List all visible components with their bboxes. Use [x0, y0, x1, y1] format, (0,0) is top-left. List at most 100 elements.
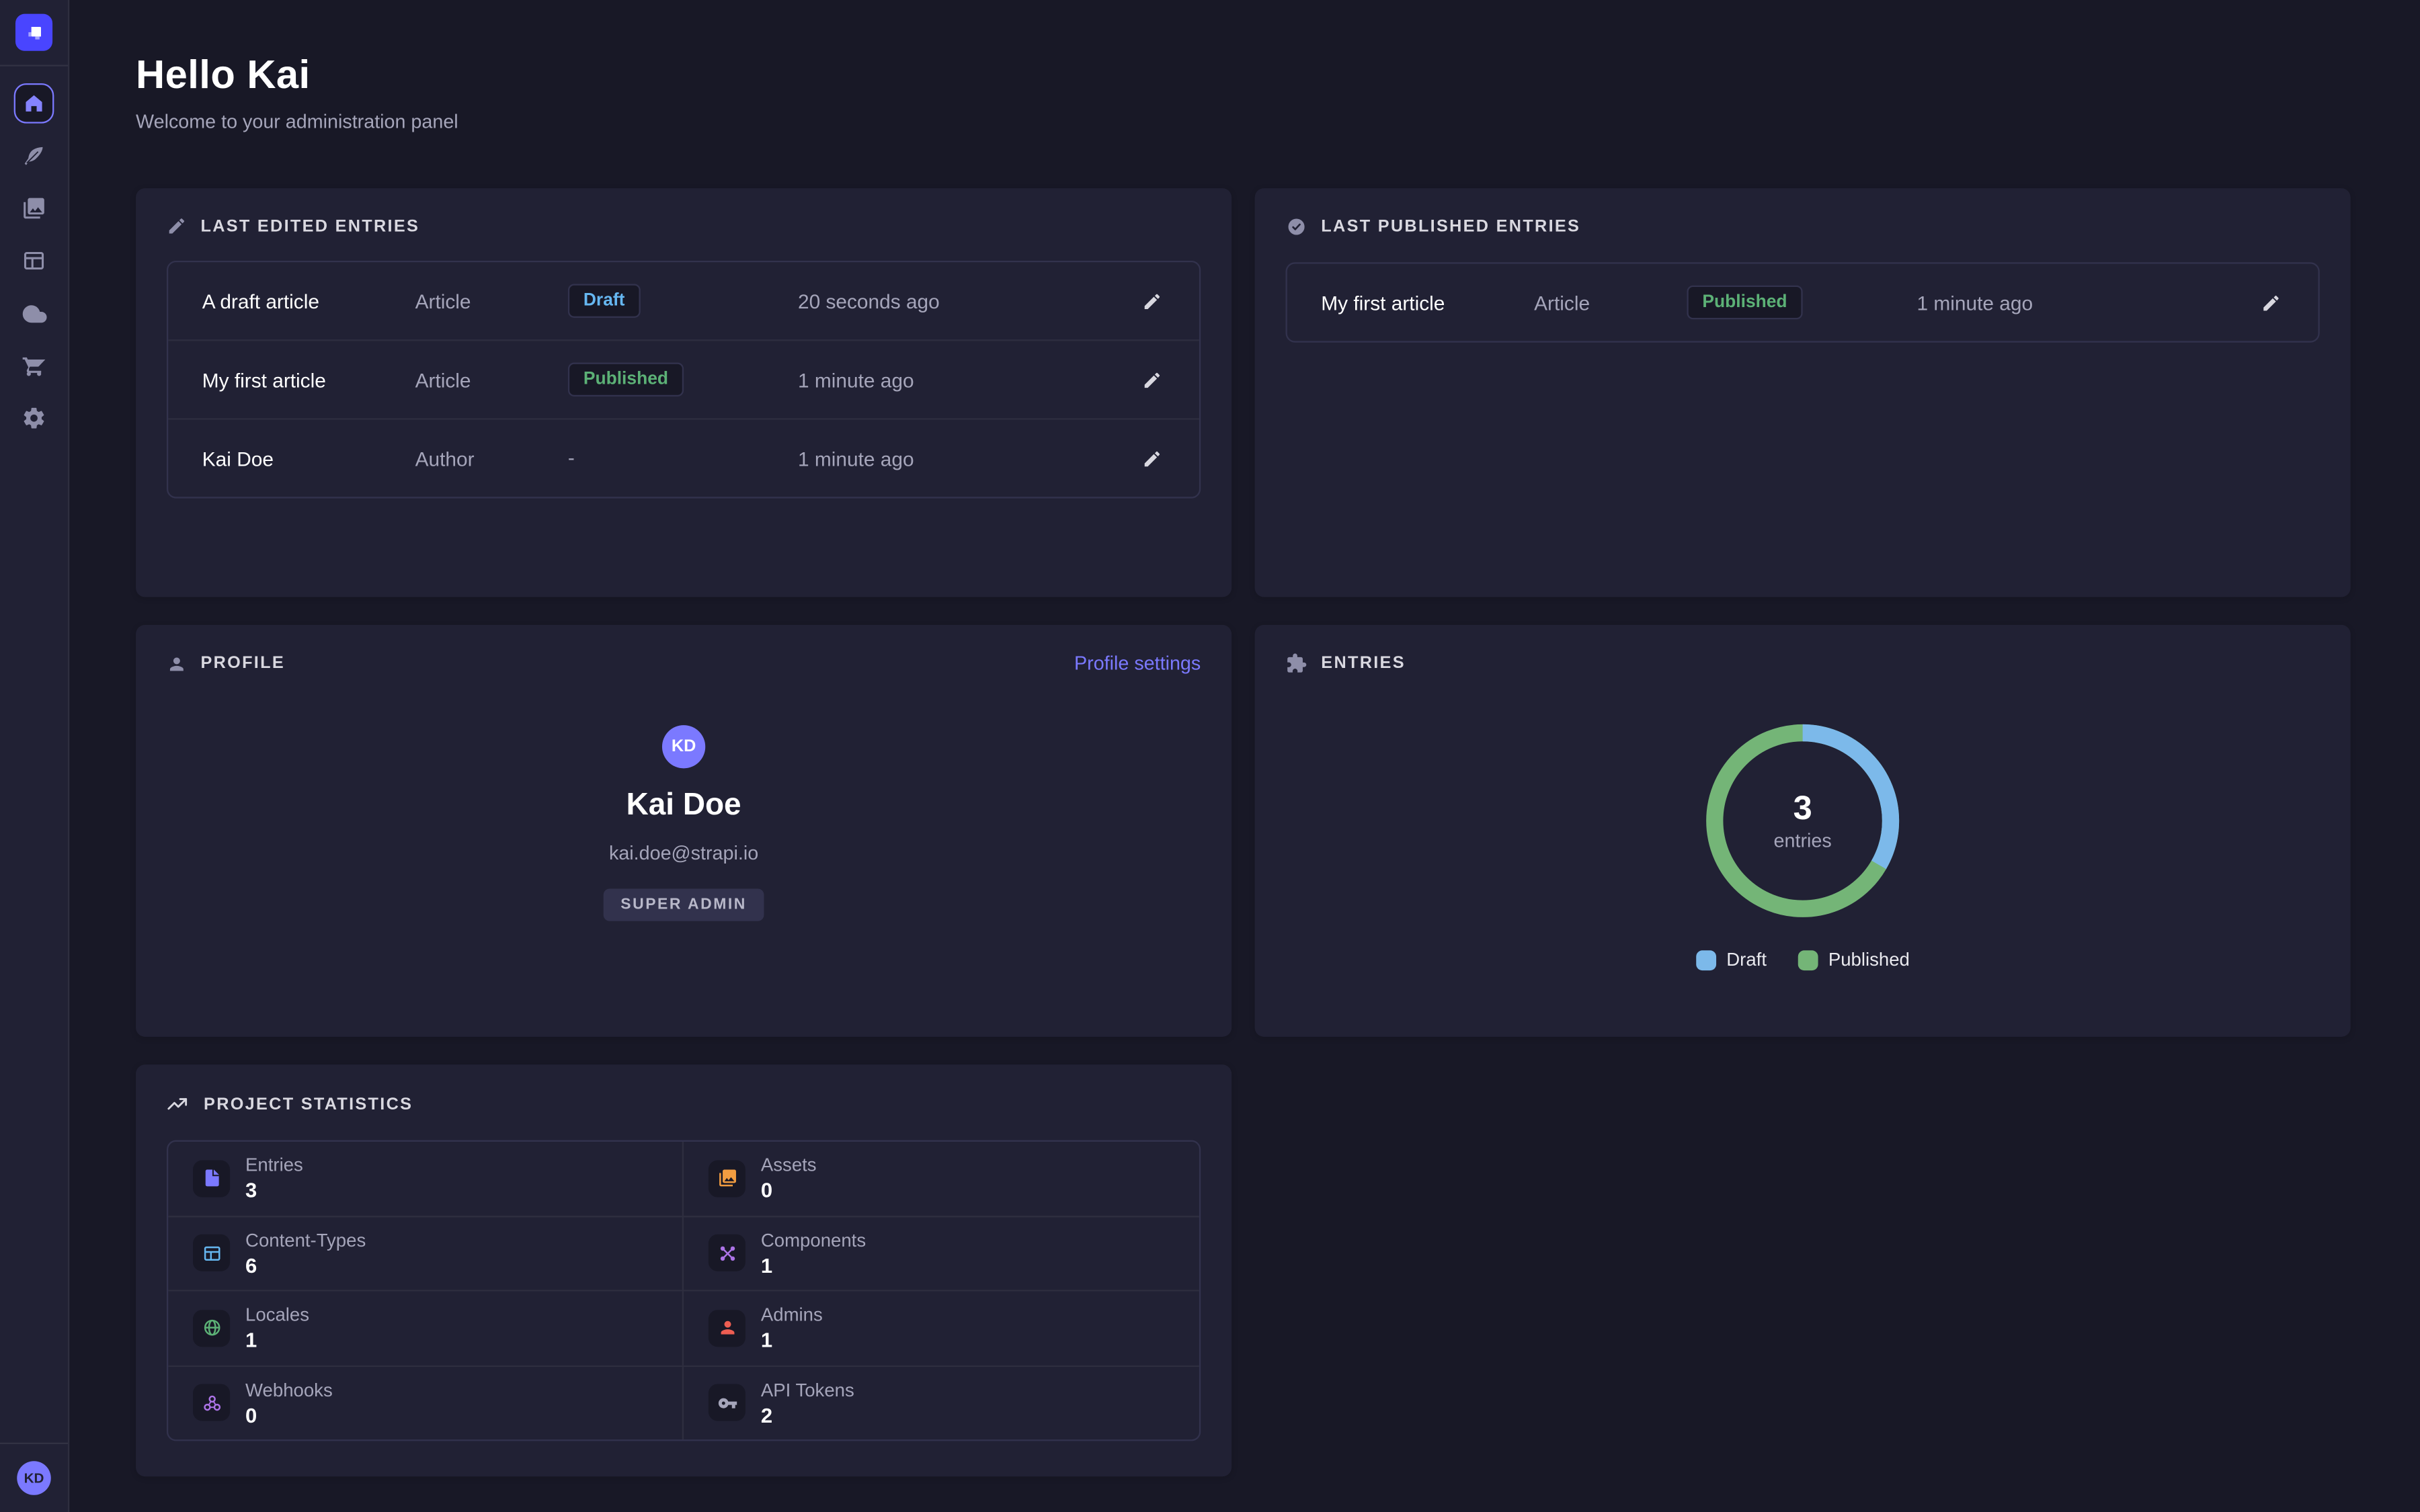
status-badge: Draft: [568, 284, 641, 318]
profile-email: kai.doe@strapi.io: [609, 843, 758, 864]
sidebar-item-marketplace[interactable]: [14, 345, 54, 386]
entry-name: A draft article: [202, 289, 415, 312]
key-icon: [709, 1384, 745, 1421]
donut-center: 3 entries: [1695, 713, 1910, 929]
sidebar-item-home[interactable]: [14, 83, 54, 124]
webhook-icon: [193, 1384, 230, 1421]
document-icon: [193, 1160, 230, 1197]
last-published-entries-card: LAST PUBLISHED ENTRIES My first article …: [1255, 188, 2351, 597]
layout-icon: [22, 249, 46, 274]
entry-type: Article: [415, 368, 568, 391]
stat-label: Entries: [245, 1154, 303, 1176]
pictures-icon: [709, 1160, 745, 1197]
draft-swatch: [1695, 950, 1716, 970]
stat-api-tokens: API Tokens 2: [684, 1366, 1199, 1439]
entry-time: 20 seconds ago: [798, 289, 1139, 312]
entry-time: 1 minute ago: [1917, 291, 2258, 314]
puzzle-icon: [1286, 653, 1307, 674]
edit-entry-button[interactable]: [1139, 445, 1165, 471]
stat-admins: Admins 1: [684, 1292, 1199, 1365]
main-content: Hello Kai Welcome to your administration…: [68, 0, 2420, 1512]
stat-components: Components 1: [684, 1216, 1199, 1290]
sidebar-item-settings[interactable]: [14, 398, 54, 438]
legend-item-draft: Draft: [1695, 949, 1767, 970]
gear-icon: [22, 406, 46, 431]
card-title: LAST EDITED ENTRIES: [200, 217, 419, 236]
last-published-table: My first article Article Published 1 min…: [1286, 262, 2320, 342]
edit-entry-button[interactable]: [2258, 289, 2284, 315]
entry-row[interactable]: My first article Article Published 1 min…: [1287, 264, 2318, 341]
sidebar-divider: [0, 1443, 68, 1444]
stat-label: API Tokens: [761, 1379, 854, 1400]
stat-value: 0: [761, 1179, 817, 1202]
card-header: LAST EDITED ENTRIES: [167, 216, 1201, 236]
sidebar-item-media-library[interactable]: [14, 188, 54, 228]
status-badge: Published: [1687, 286, 1802, 320]
sidebar-item-content-type-builder[interactable]: [14, 241, 54, 281]
entry-name: My first article: [202, 368, 415, 391]
sidebar: KD: [0, 0, 69, 1512]
profile-name: Kai Doe: [627, 788, 741, 824]
edit-entry-button[interactable]: [1139, 288, 1165, 314]
sidebar-item-deploy[interactable]: [14, 293, 54, 333]
entries-total: 3: [1793, 790, 1812, 827]
strapi-logo-glyph: [22, 21, 45, 44]
entry-row[interactable]: My first article Article Published 1 min…: [168, 339, 1199, 418]
published-swatch: [1798, 950, 1818, 970]
stat-content-types: Content-Types 6: [168, 1216, 684, 1290]
legend-item-published: Published: [1798, 949, 1910, 970]
card-header: PROFILE Profile settings: [167, 653, 1201, 674]
stat-value: 1: [761, 1329, 823, 1351]
stats-grid: Entries 3 Assets 0: [167, 1140, 1201, 1441]
stat-label: Admins: [761, 1304, 823, 1326]
strapi-admin-dashboard: KD Hello Kai Welcome to your administrat…: [0, 0, 2420, 1512]
sidebar-nav: [0, 67, 68, 438]
legend-label: Published: [1828, 949, 1910, 970]
status-empty: -: [568, 446, 575, 469]
profile-avatar: KD: [662, 725, 705, 768]
entry-time: 1 minute ago: [798, 447, 1139, 470]
card-header: PROJECT STATISTICS: [167, 1093, 1201, 1116]
dashboard-grid: LAST EDITED ENTRIES A draft article Arti…: [136, 188, 2351, 1476]
legend-label: Draft: [1726, 949, 1767, 970]
check-circle-icon: [1286, 216, 1307, 237]
chart-legend: Draft Published: [1695, 949, 1910, 970]
layout-icon: [193, 1234, 230, 1271]
stat-label: Content-Types: [245, 1229, 366, 1251]
status-badge: Published: [568, 363, 684, 397]
edit-entry-button[interactable]: [1139, 366, 1165, 392]
sidebar-footer: KD: [0, 1443, 68, 1512]
entries-total-label: entries: [1774, 830, 1832, 851]
card-header: ENTRIES: [1286, 653, 2320, 674]
sidebar-item-content-manager[interactable]: [14, 136, 54, 176]
stats-row: Content-Types 6 Components 1: [168, 1215, 1199, 1290]
shopping-cart-icon: [22, 353, 46, 378]
stat-label: Locales: [245, 1304, 309, 1326]
stat-value: 1: [245, 1329, 309, 1351]
stat-label: Assets: [761, 1154, 817, 1176]
user-avatar[interactable]: KD: [17, 1461, 51, 1495]
entry-row[interactable]: A draft article Article Draft 20 seconds…: [168, 262, 1199, 339]
stat-value: 6: [245, 1254, 366, 1277]
entry-type: Article: [415, 289, 568, 312]
entries-donut-chart: 3 entries: [1695, 713, 1910, 929]
entry-time: 1 minute ago: [798, 368, 1139, 391]
role-badge: SUPER ADMIN: [604, 888, 764, 921]
person-icon: [167, 653, 187, 673]
stat-value: 1: [761, 1254, 866, 1277]
stat-label: Components: [761, 1229, 866, 1251]
stat-value: 2: [761, 1404, 854, 1427]
pictures-icon: [22, 196, 46, 221]
pencil-icon: [167, 216, 187, 236]
stat-assets: Assets 0: [684, 1142, 1199, 1215]
entries-chart-area: 3 entries Draft Published: [1286, 674, 2320, 970]
entry-row[interactable]: Kai Doe Author - 1 minute ago: [168, 418, 1199, 497]
home-icon: [23, 93, 44, 114]
profile-settings-link[interactable]: Profile settings: [1074, 653, 1201, 674]
feather-icon: [22, 144, 46, 169]
page-subtitle: Welcome to your administration panel: [136, 111, 2351, 132]
entries-card: ENTRIES 3 entries: [1255, 625, 2351, 1037]
stat-webhooks: Webhooks 0: [168, 1366, 684, 1439]
card-header: LAST PUBLISHED ENTRIES: [1286, 216, 2320, 237]
project-statistics-card: PROJECT STATISTICS Entries 3: [136, 1064, 1232, 1476]
